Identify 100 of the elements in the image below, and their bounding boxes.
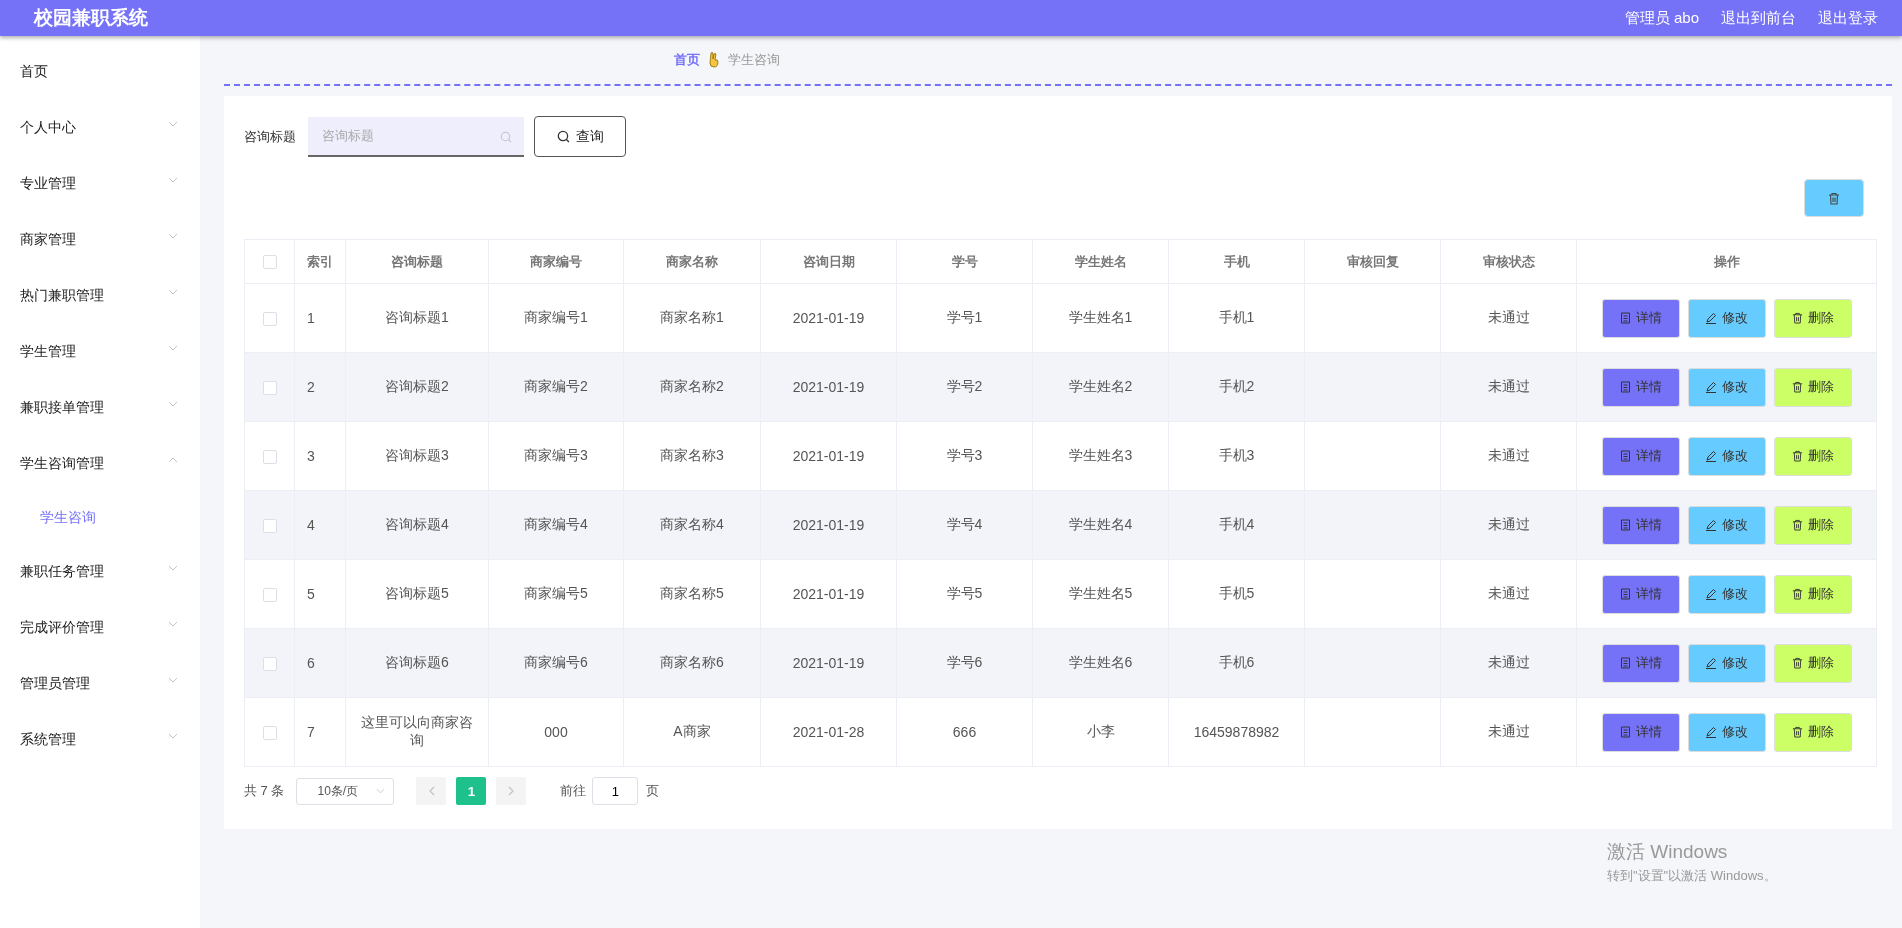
table-cell: 2021-01-28 (792, 724, 865, 740)
table-cell: 000 (544, 724, 568, 740)
table-cell: 商家名称4 (660, 516, 724, 532)
column-header: 商家编号 (488, 239, 624, 284)
header-link[interactable]: 管理员 abo (1624, 8, 1699, 28)
sidebar-item[interactable]: 学生咨询管理 (0, 436, 200, 492)
trash-icon (1791, 726, 1803, 738)
total-count: 共 7 条 (244, 782, 285, 800)
table-cell: 手机1 (1218, 309, 1255, 325)
table-cell: 6 (307, 655, 315, 671)
sidebar-item[interactable]: 完成评价管理 (0, 600, 200, 656)
activation-text: 转到"设置"以激活 Windows。 (1607, 867, 1777, 885)
delete-button[interactable]: 删除 (1773, 712, 1852, 752)
row-checkbox[interactable] (262, 381, 277, 396)
search-icon (500, 130, 512, 143)
table-cell: 商家名称6 (660, 654, 724, 670)
table-cell: 商家名称5 (660, 585, 724, 601)
activation-title: 激活 Windows (1607, 840, 1729, 864)
delete-button[interactable]: 删除 (1773, 436, 1852, 476)
document-icon (1619, 726, 1631, 738)
sidebar-item[interactable]: 首页 (0, 44, 200, 100)
row-checkbox[interactable] (262, 519, 277, 534)
sidebar-item[interactable]: 系统管理 (0, 712, 200, 768)
table-cell: 咨询标题5 (385, 585, 449, 601)
app-title: 校园兼职系统 (34, 6, 148, 30)
table-cell: 未通过 (1487, 309, 1530, 325)
column-header: 学生姓名 (1032, 239, 1169, 284)
table-cell: 商家名称2 (660, 378, 724, 394)
row-checkbox[interactable] (262, 588, 277, 603)
header-link[interactable]: 退出登录 (1818, 8, 1878, 28)
delete-button[interactable]: 删除 (1773, 367, 1852, 407)
table-cell: 4 (307, 517, 315, 533)
table-cell: 商家编号1 (524, 309, 588, 325)
table-cell: 未通过 (1487, 447, 1530, 463)
table-cell: 2021-01-19 (792, 655, 865, 671)
select-all-checkbox[interactable] (262, 255, 277, 270)
table-cell: 2021-01-19 (792, 310, 865, 326)
edit-button[interactable]: 修改 (1687, 298, 1766, 338)
sidebar-item[interactable]: 专业管理 (0, 156, 200, 212)
page-size-select[interactable]: 10条/页 (296, 777, 395, 805)
row-checkbox[interactable] (262, 657, 277, 672)
row-checkbox[interactable] (262, 450, 277, 465)
edit-button[interactable]: 修改 (1687, 505, 1766, 545)
sidebar-item[interactable]: 兼职任务管理 (0, 544, 200, 600)
row-checkbox[interactable] (262, 312, 277, 327)
table-cell: 5 (307, 586, 315, 602)
bulk-delete-button[interactable] (1804, 179, 1864, 217)
delete-button[interactable]: 删除 (1773, 574, 1852, 614)
delete-button[interactable]: 删除 (1773, 298, 1852, 338)
row-checkbox[interactable] (262, 726, 277, 741)
sidebar-item[interactable]: 兼职接单管理 (0, 380, 200, 436)
table-cell: 未通过 (1487, 585, 1530, 601)
sidebar-item[interactable]: 学生管理 (0, 324, 200, 380)
edit-button[interactable]: 修改 (1687, 574, 1766, 614)
prev-page-button[interactable] (416, 777, 447, 805)
hand-icon (708, 52, 720, 68)
search-label: 咨询标题 (244, 127, 296, 146)
table-cell: 手机3 (1218, 447, 1255, 463)
breadcrumb-item[interactable]: 首页 (674, 51, 700, 69)
table-cell: 学号6 (946, 654, 983, 670)
pencil-icon (1705, 519, 1717, 531)
table-cell: 咨询标题4 (385, 516, 449, 532)
column-header: 审核状态 (1440, 239, 1577, 284)
pencil-icon (1705, 312, 1717, 324)
table-cell: 16459878982 (1193, 724, 1280, 740)
column-header: 手机 (1168, 239, 1305, 284)
document-icon (1619, 381, 1631, 393)
edit-button[interactable]: 修改 (1687, 643, 1766, 683)
trash-icon (1791, 588, 1803, 600)
table-cell: A商家 (673, 723, 711, 739)
next-page-button[interactable] (496, 777, 527, 805)
edit-button[interactable]: 修改 (1687, 367, 1766, 407)
table-cell: 未通过 (1487, 516, 1530, 532)
table-cell: 小李 (1086, 723, 1115, 739)
delete-button[interactable]: 删除 (1773, 643, 1852, 683)
query-button[interactable]: 查询 (534, 116, 626, 157)
column-header: 学号 (896, 239, 1033, 284)
table-cell: 商家编号3 (524, 447, 588, 463)
sidebar-item[interactable]: 热门兼职管理 (0, 268, 200, 324)
sidebar-subitem[interactable]: 学生咨询 (0, 492, 96, 544)
table-cell: 手机4 (1218, 516, 1255, 532)
sidebar-item[interactable]: 管理员管理 (0, 656, 200, 712)
table-cell: 商家编号5 (524, 585, 588, 601)
trash-icon (1828, 191, 1840, 205)
edit-button[interactable]: 修改 (1687, 436, 1766, 476)
document-icon (1619, 657, 1631, 669)
column-header: 操作 (1576, 239, 1877, 284)
delete-button[interactable]: 删除 (1773, 505, 1852, 545)
page-input[interactable]: 1 (592, 777, 639, 805)
pencil-icon (1705, 588, 1717, 600)
pencil-icon (1705, 726, 1717, 738)
edit-button[interactable]: 修改 (1687, 712, 1766, 752)
sidebar-item[interactable]: 商家管理 (0, 212, 200, 268)
search-field[interactable]: 咨询标题 (308, 116, 524, 157)
table-cell: 这里可以向商家咨询 (361, 714, 473, 748)
table-cell: 商家编号2 (524, 378, 588, 394)
sidebar-item[interactable]: 个人中心 (0, 100, 200, 156)
table-cell: 咨询标题6 (385, 654, 449, 670)
header-link[interactable]: 退出到前台 (1721, 8, 1796, 28)
table-cell: 3 (307, 448, 315, 464)
